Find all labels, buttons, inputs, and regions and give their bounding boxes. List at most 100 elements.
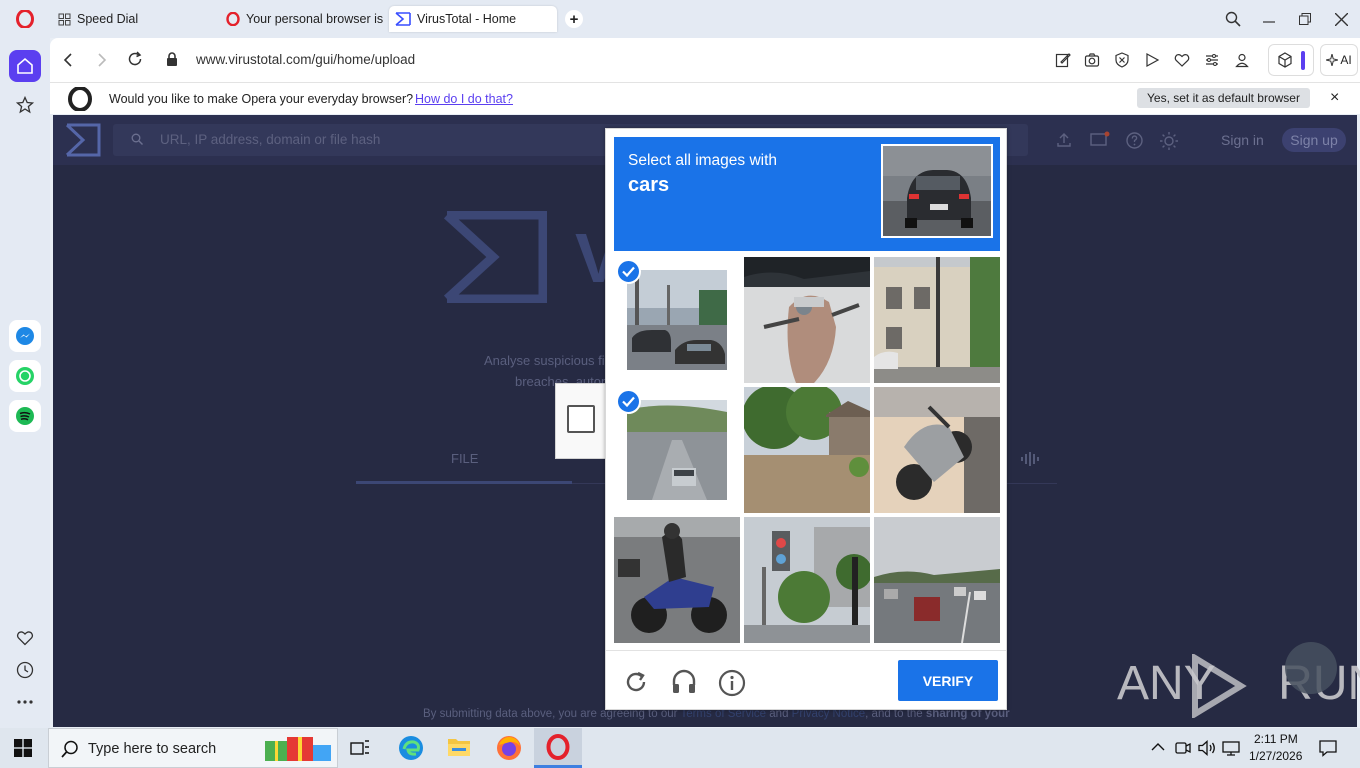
extensions-button[interactable] — [1268, 44, 1314, 76]
file-explorer-icon[interactable] — [447, 736, 471, 758]
captcha-target: cars — [628, 174, 670, 196]
home-icon[interactable] — [9, 50, 41, 82]
network-icon[interactable] — [1222, 740, 1240, 756]
search-tabs-icon[interactable] — [1222, 8, 1244, 30]
upload-icon[interactable] — [1056, 132, 1072, 148]
firefox-icon[interactable] — [496, 735, 522, 761]
file-tab[interactable]: FILE — [451, 451, 478, 466]
tile-highway-traffic[interactable] — [874, 517, 1000, 643]
verify-button[interactable]: VERIFY — [898, 660, 998, 701]
forward-icon[interactable] — [94, 52, 108, 68]
tile-trees-house[interactable] — [744, 387, 870, 513]
sign-up-button[interactable]: Sign up — [1282, 128, 1346, 152]
virustotal-hero-logo-icon — [443, 211, 547, 303]
search-icon — [61, 740, 79, 758]
selected-check-icon — [616, 259, 641, 284]
notification-center-icon[interactable] — [1319, 739, 1337, 757]
tile-scooter[interactable] — [744, 257, 870, 383]
task-view-icon[interactable] — [350, 738, 370, 758]
tile-street-cars[interactable] — [614, 257, 740, 383]
tile-traffic-light[interactable] — [744, 517, 870, 643]
history-clock-icon[interactable] — [9, 654, 41, 686]
captcha-challenge: Select all images with cars VERIFY — [605, 128, 1007, 710]
ai-label: AI — [1340, 53, 1352, 67]
recaptcha-anchor — [555, 383, 607, 459]
reload-icon[interactable] — [127, 51, 143, 67]
sample-car-image — [881, 144, 993, 238]
tile-motorcyclist[interactable] — [614, 517, 740, 643]
close-infobar-icon[interactable]: × — [1330, 89, 1339, 107]
edit-snapshot-icon[interactable] — [1055, 52, 1071, 68]
bookmarks-star-icon[interactable] — [9, 89, 41, 121]
notifications-icon[interactable] — [1090, 131, 1110, 149]
tab-virustotal[interactable]: VirusTotal - Home — [389, 6, 557, 32]
opera-menu-icon[interactable] — [16, 10, 34, 28]
flow-send-icon[interactable] — [1144, 52, 1160, 68]
tab-label: Your personal browser is a — [246, 12, 384, 26]
info-icon[interactable] — [718, 669, 746, 697]
tab-label: Speed Dial — [77, 12, 139, 26]
set-default-button[interactable]: Yes, set it as default browser — [1137, 88, 1310, 108]
tagline-line-1: Analyse suspicious fi — [484, 353, 605, 368]
virustotal-logo-icon[interactable] — [65, 123, 101, 157]
extension-indicator — [1301, 51, 1305, 70]
tile-house[interactable] — [874, 257, 1000, 383]
tab-opera-welcome[interactable]: Your personal browser is a — [222, 6, 384, 32]
chat-bubble-icon[interactable] — [1285, 642, 1337, 694]
taskbar-search-placeholder: Type here to search — [88, 741, 217, 757]
new-tab-button[interactable]: + — [565, 10, 583, 28]
how-do-i-link[interactable]: How do I do that? — [415, 92, 513, 106]
easy-setup-icon[interactable] — [1204, 52, 1220, 68]
clock-date[interactable]: 1/27/2026 — [1249, 749, 1302, 763]
windows-start-icon[interactable] — [14, 739, 32, 757]
windows-taskbar: Type here to search 2:11 PM 1/27/2026 — [0, 728, 1360, 768]
virustotal-icon — [395, 11, 411, 27]
tile-highway-bridge[interactable] — [614, 387, 740, 513]
help-icon[interactable] — [1126, 132, 1143, 149]
favorite-heart-icon[interactable] — [1174, 52, 1190, 68]
minimize-icon[interactable] — [1258, 8, 1280, 30]
show-hidden-icons-icon[interactable] — [1151, 742, 1165, 752]
reload-challenge-icon[interactable] — [623, 669, 649, 695]
im-not-robot-checkbox[interactable] — [567, 405, 595, 433]
whatsapp-icon[interactable] — [9, 360, 41, 392]
clock-time[interactable]: 2:11 PM — [1254, 732, 1298, 746]
tab-label: VirusTotal - Home — [417, 12, 517, 26]
tile-parked-motorcycle[interactable] — [874, 387, 1000, 513]
taskbar-search-box[interactable]: Type here to search — [48, 728, 338, 768]
tab-speed-dial[interactable]: Speed Dial — [52, 6, 217, 32]
meet-now-icon[interactable] — [1175, 740, 1191, 756]
selected-check-icon — [616, 389, 641, 414]
edge-icon[interactable] — [398, 735, 424, 761]
volume-icon[interactable] — [1198, 740, 1216, 756]
profile-icon[interactable] — [1234, 52, 1250, 68]
search-icon — [131, 133, 143, 145]
restore-icon[interactable] — [1294, 8, 1316, 30]
adblock-shield-icon[interactable] — [1114, 52, 1130, 68]
sidebar — [0, 38, 50, 730]
back-icon[interactable] — [62, 52, 76, 68]
theme-sun-icon[interactable] — [1159, 131, 1179, 151]
cube-icon — [1277, 52, 1293, 68]
heart-icon[interactable] — [9, 622, 41, 654]
sparkle-icon — [1326, 54, 1339, 66]
close-window-icon[interactable] — [1330, 8, 1352, 30]
audio-wave-icon[interactable] — [1020, 451, 1040, 467]
gift-boxes-icon — [263, 735, 333, 763]
opera-taskbar-button[interactable] — [534, 728, 582, 768]
audio-challenge-icon[interactable] — [670, 668, 698, 696]
aria-ai-button[interactable]: AI — [1320, 44, 1358, 76]
more-options-icon[interactable] — [9, 686, 41, 718]
url-field[interactable]: www.virustotal.com/gui/home/upload — [196, 52, 415, 67]
lock-icon[interactable] — [166, 52, 178, 67]
infobar-question: Would you like to make Opera your everyd… — [109, 92, 414, 106]
spotify-icon[interactable] — [9, 400, 41, 432]
captcha-instruction: Select all images with — [628, 152, 778, 169]
tab-strip: Speed Dial Your personal browser is a Vi… — [0, 0, 1360, 38]
anyrun-watermark: ANY RUN — [1117, 640, 1360, 720]
sign-in-link[interactable]: Sign in — [1221, 132, 1264, 148]
camera-icon[interactable] — [1084, 52, 1100, 68]
address-bar: www.virustotal.com/gui/home/upload AI — [50, 38, 1360, 82]
messenger-icon[interactable] — [9, 320, 41, 352]
captcha-header: Select all images with cars — [614, 137, 1000, 251]
